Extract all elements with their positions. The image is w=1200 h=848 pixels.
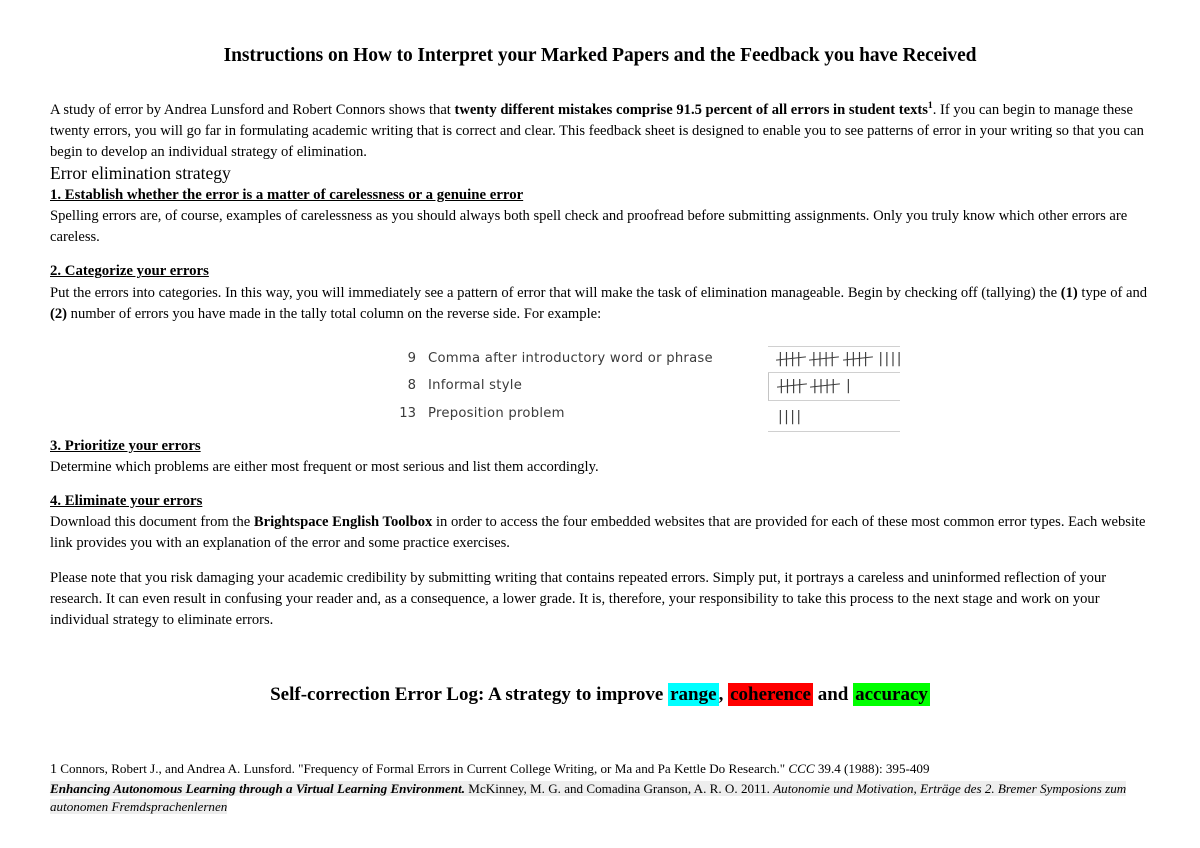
intro-paragraph: A study of error by Andrea Lunsford and …: [50, 100, 1150, 163]
step-2-bold-2: (2): [50, 305, 68, 322]
highlight-coherence: coherence: [728, 683, 813, 707]
tally-row-count: 13: [399, 405, 416, 421]
footnote-2-authors: McKinney, M. G. and Comadina Granson, A.…: [465, 780, 774, 796]
tally-row: 9 Comma after introductory word or phras…: [386, 351, 746, 379]
brightspace-toolbox-label: Brightspace English Toolbox: [253, 514, 433, 531]
tally-marks-row: |||| |||| |||| ||||: [768, 345, 903, 374]
log-title-lead: Self-correction Error Log: A strategy to…: [270, 684, 669, 706]
log-title-middle: and: [812, 684, 854, 706]
footnote-2-title: Enhancing Autonomous Learning through a …: [50, 780, 466, 796]
tally-mark-group-icon: ||||: [842, 352, 873, 367]
step-2-text-part3: number of errors you have made in the ta…: [67, 305, 602, 322]
tally-mark-group-icon: ||||: [776, 352, 806, 367]
tally-mark-group-icon: ||||: [809, 352, 840, 367]
tally-row: 8 Informal style: [386, 378, 746, 406]
tally-error-list: 9 Comma after introductory word or phras…: [386, 351, 746, 434]
tally-mark-remainder-icon: |: [845, 378, 853, 395]
step-4-body: Download this document from the Brightsp…: [50, 512, 1150, 554]
tally-row-label: Comma after introductory word or phrase: [428, 350, 713, 366]
step-2-text-part2: type of and: [1077, 284, 1148, 301]
closing-paragraph: Please note that you risk damaging your …: [50, 570, 1107, 629]
step-2-body: Put the errors into categories. In this …: [50, 283, 1150, 325]
step-3-heading: 3. Prioritize your errors: [50, 437, 201, 454]
step-2-bold-1: (1): [1060, 284, 1078, 301]
tally-marks-row: ||||: [768, 404, 900, 432]
tally-mark-remainder-icon: ||||: [878, 351, 903, 368]
tally-row: 13 Preposition problem: [386, 406, 746, 434]
tally-mark-remainder-icon: ||||: [778, 408, 803, 425]
tally-example-figure: 9 Comma after introductory word or phras…: [50, 345, 1150, 437]
page-title: Instructions on How to Interpret your Ma…: [223, 45, 977, 66]
highlight-accuracy: accuracy: [853, 683, 930, 707]
footnote-1-journal: CCC: [788, 760, 815, 776]
document-content: Instructions on How to Interpret your Ma…: [50, 44, 1150, 817]
footnotes-block: 1 Connors, Robert J., and Andrea A. Luns…: [50, 760, 1150, 817]
tally-marks-box: |||| |||| |||| |||| |||| |||| | ||||: [768, 345, 903, 432]
highlight-range: range: [668, 683, 719, 707]
footnote-1-text-part2: 39.4 (1988): 395-409: [814, 760, 930, 776]
footnote-1-text-part1: Connors, Robert J., and Andrea A. Lunsfo…: [57, 760, 789, 776]
self-correction-log-title: Self-correction Error Log: A strategy to…: [50, 683, 1150, 708]
step-2-text-part1: Put the errors into categories. In this …: [50, 284, 1061, 301]
footnote-2: Enhancing Autonomous Learning through a …: [50, 780, 1150, 817]
step-4-text-part1: Download this document from the: [50, 514, 254, 531]
tally-row-count: 9: [407, 350, 416, 366]
tally-marks-row: |||| |||| |: [768, 373, 900, 401]
step-3-body: Determine which problems are either most…: [50, 458, 599, 475]
footnote-1: 1 Connors, Robert J., and Andrea A. Luns…: [50, 760, 1150, 780]
tally-row-label: Preposition problem: [428, 405, 565, 421]
intro-bold-claim: twenty different mistakes comprise 91.5 …: [454, 102, 928, 119]
document-page: Instructions on How to Interpret your Ma…: [0, 0, 1200, 848]
step-1-heading: 1. Establish whether the error is a matt…: [50, 187, 524, 204]
tally-row-count: 8: [407, 378, 416, 394]
step-1-body: Spelling errors are, of course, examples…: [50, 208, 1128, 246]
footnote-marker: 1: [50, 761, 57, 777]
tally-mark-group-icon: ||||: [777, 379, 807, 394]
intro-text-part1: A study of error by Andrea Lunsford and …: [50, 102, 455, 119]
step-4-heading: 4. Eliminate your errors: [50, 492, 203, 509]
tally-mark-group-icon: ||||: [810, 379, 841, 394]
tally-row-label: Informal style: [428, 378, 523, 394]
step-2-heading: 2. Categorize your errors: [50, 263, 209, 280]
error-elimination-strategy-heading: Error elimination strategy: [50, 163, 231, 184]
